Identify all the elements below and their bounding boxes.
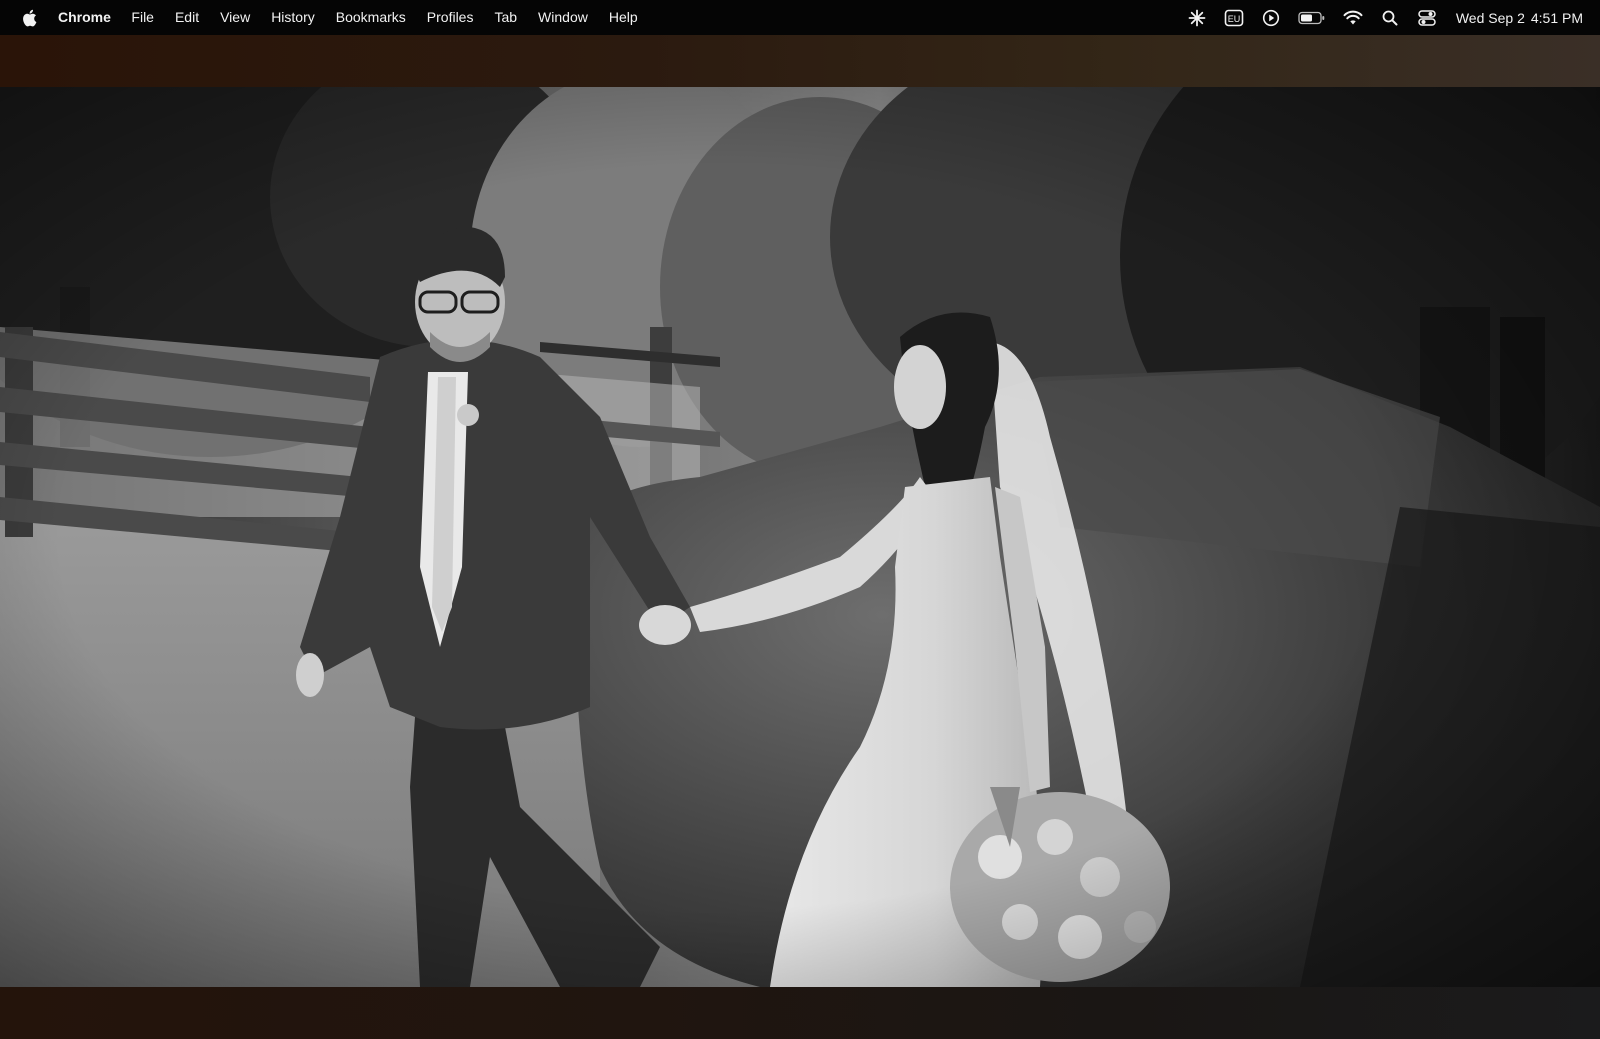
play-circle-icon[interactable] xyxy=(1260,7,1282,29)
sparkle-icon[interactable] xyxy=(1186,7,1208,29)
menu-bar: Chrome File Edit View History Bookmarks … xyxy=(0,0,1600,35)
letterbox-bottom xyxy=(0,987,1600,1039)
battery-icon[interactable] xyxy=(1297,7,1327,29)
menu-bar-left: Chrome File Edit View History Bookmarks … xyxy=(0,0,648,35)
wifi-icon[interactable] xyxy=(1342,7,1364,29)
browser-content xyxy=(0,35,1600,1039)
menu-history[interactable]: History xyxy=(261,0,326,35)
control-center-icon[interactable] xyxy=(1416,7,1438,29)
menu-app-chrome[interactable]: Chrome xyxy=(58,0,121,35)
clock-time: 4:51 PM xyxy=(1530,9,1583,26)
apple-logo-icon[interactable] xyxy=(20,9,38,27)
menu-bar-status-area: EU Wed Sep 2 4:51 PM xyxy=(1171,0,1600,35)
vignette-overlay xyxy=(0,87,1600,987)
menu-window[interactable]: Window xyxy=(528,0,599,35)
input-source-eu-icon[interactable]: EU xyxy=(1223,7,1245,29)
letterbox-top xyxy=(0,35,1600,87)
search-icon[interactable] xyxy=(1379,7,1401,29)
input-source-label: EU xyxy=(1228,14,1241,24)
menu-bookmarks[interactable]: Bookmarks xyxy=(325,0,416,35)
menu-view[interactable]: View xyxy=(210,0,261,35)
menu-tab[interactable]: Tab xyxy=(484,0,528,35)
menu-bar-clock[interactable]: Wed Sep 2 4:51 PM xyxy=(1456,10,1583,26)
clock-date: Wed Sep 2 xyxy=(1455,9,1525,26)
wedding-video-frame[interactable] xyxy=(0,87,1600,987)
menu-file[interactable]: File xyxy=(121,0,165,35)
menu-profiles[interactable]: Profiles xyxy=(416,0,484,35)
menu-edit[interactable]: Edit xyxy=(164,0,209,35)
menu-help[interactable]: Help xyxy=(598,0,648,35)
wedding-couple-photo xyxy=(0,87,1600,987)
